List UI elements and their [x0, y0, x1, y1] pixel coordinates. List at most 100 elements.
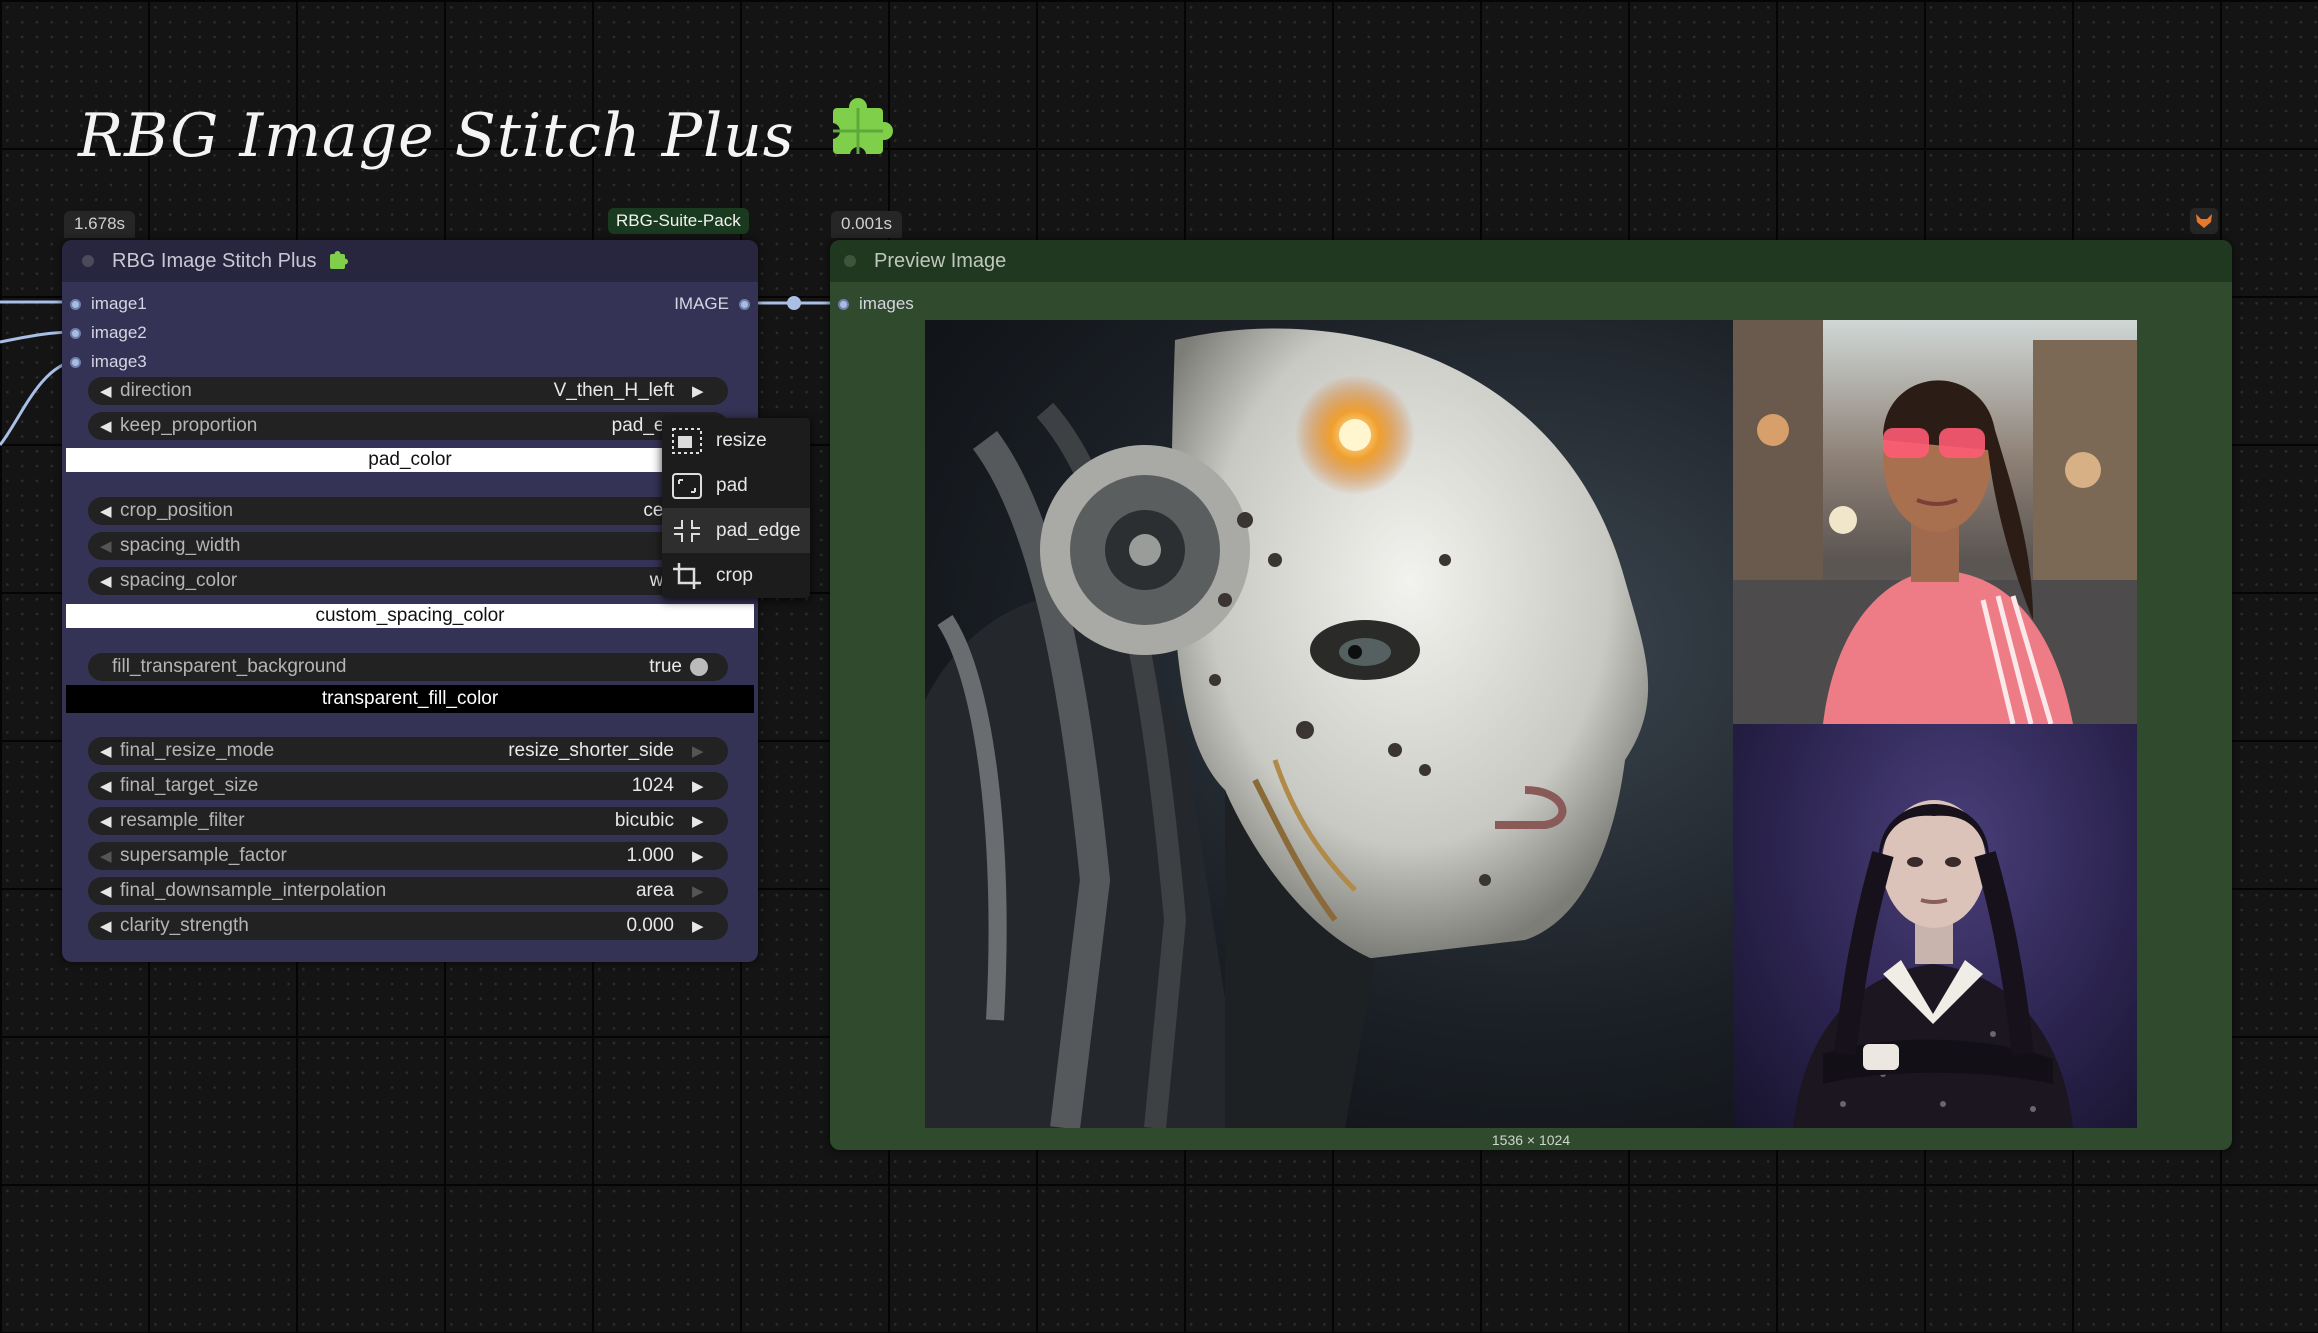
widget-label: keep_proportion [120, 415, 258, 436]
output-image[interactable]: IMAGE [674, 294, 750, 314]
input-image3[interactable]: image3 [70, 352, 147, 372]
final-downsample-interpolation-widget[interactable]: ◀ final_downsample_interpolation area ▶ [88, 877, 728, 905]
widget-label: resample_filter [120, 810, 245, 831]
increment-arrow-icon[interactable]: ▶ [692, 917, 708, 935]
decrement-arrow-icon[interactable]: ◀ [100, 417, 116, 435]
stitch-node-header[interactable]: RBG Image Stitch Plus [62, 240, 758, 282]
preview-node[interactable]: Preview Image images 1536 × 1024 [830, 240, 2232, 1150]
output-pin[interactable] [739, 298, 750, 310]
transparent-fill-color-bar[interactable]: transparent_fill_color [66, 685, 754, 713]
spacing-width-widget[interactable]: ◀ spacing_width ▶ [88, 532, 728, 560]
increment-arrow-icon[interactable]: ▶ [692, 777, 708, 795]
menu-item-label: crop [716, 564, 753, 586]
fox-icon [2190, 208, 2218, 234]
widget-label: final_target_size [120, 775, 259, 796]
page-title: RBG Image Stitch Plus [78, 98, 895, 171]
stitch-timing-badge: 1.678s [64, 211, 136, 238]
supersample-factor-widget[interactable]: ◀ supersample_factor 1.000 ▶ [88, 842, 728, 870]
decrement-arrow-icon[interactable]: ◀ [100, 882, 116, 900]
decrement-arrow-icon[interactable]: ◀ [100, 742, 116, 760]
increment-arrow-icon[interactable]: ▶ [692, 847, 708, 865]
increment-arrow-icon[interactable]: ▶ [692, 742, 708, 760]
preview-image[interactable] [925, 320, 2137, 1128]
input-label: image1 [91, 294, 147, 313]
preview-node-title: Preview Image [874, 249, 1007, 272]
input-pin[interactable] [70, 298, 81, 310]
clarity-strength-widget[interactable]: ◀ clarity_strength 0.000 ▶ [88, 912, 728, 940]
stitch-node-title: RBG Image Stitch Plus [112, 249, 317, 272]
increment-arrow-icon[interactable]: ▶ [692, 882, 708, 900]
input-images[interactable]: images [838, 294, 914, 314]
widget-label: final_resize_mode [120, 740, 275, 761]
final-resize-mode-widget[interactable]: ◀ final_resize_mode resize_shorter_side … [88, 737, 728, 765]
widget-value: 1.000 [626, 845, 674, 866]
crop-position-widget[interactable]: ◀ crop_position cen ▶ [88, 497, 728, 525]
input-label: image2 [91, 323, 147, 342]
widget-value: 1024 [631, 775, 674, 796]
decrement-arrow-icon[interactable]: ◀ [100, 382, 116, 400]
puzzle-icon [823, 98, 893, 163]
input-pin[interactable] [70, 356, 81, 368]
menu-item-label: resize [716, 429, 767, 451]
widget-label: fill_transparent_background [112, 656, 347, 677]
keep-proportion-widget[interactable]: ◀ keep_proportion pad_ec ▶ [88, 412, 728, 440]
decrement-arrow-icon[interactable]: ◀ [100, 572, 116, 590]
keep-proportion-dropdown[interactable]: resize pad pad_edge crop [662, 418, 810, 598]
input-label: images [859, 294, 914, 313]
input-pin[interactable] [838, 298, 849, 310]
widget-label: supersample_factor [120, 845, 287, 866]
decrement-arrow-icon[interactable]: ◀ [100, 847, 116, 865]
widget-label: crop_position [120, 500, 234, 521]
decrement-arrow-icon[interactable]: ◀ [100, 812, 116, 830]
menu-item-crop[interactable]: crop [662, 553, 810, 598]
collapse-dot[interactable] [844, 255, 856, 267]
crop-icon [673, 562, 701, 589]
pack-badge: RBG-Suite-Pack [608, 208, 749, 234]
fill-transparent-background-toggle[interactable]: fill_transparent_background true [88, 653, 728, 681]
preview-timing-badge: 0.001s [831, 211, 903, 238]
increment-arrow-icon[interactable]: ▶ [692, 812, 708, 830]
image-size-label: 1536 × 1024 [1491, 1132, 1571, 1148]
menu-item-pad[interactable]: pad [662, 463, 810, 508]
stitch-node[interactable]: RBG Image Stitch Plus image1 image2 imag… [62, 240, 758, 962]
output-label: IMAGE [674, 294, 729, 313]
menu-item-resize[interactable]: resize [662, 418, 810, 463]
menu-item-label: pad_edge [716, 519, 801, 541]
input-image1[interactable]: image1 [70, 294, 147, 314]
widget-label: spacing_width [120, 535, 241, 556]
widget-value: bicubic [614, 810, 674, 831]
widget-value: area [635, 880, 674, 901]
spacing-color-widget[interactable]: ◀ spacing_color wh ▶ [88, 567, 728, 595]
custom-spacing-color-bar[interactable]: custom_spacing_color [66, 604, 754, 628]
toggle-knob-icon[interactable] [690, 658, 708, 676]
menu-item-label: pad [716, 474, 748, 496]
direction-widget[interactable]: ◀ direction V_then_H_left ▶ [88, 377, 728, 405]
widget-value: 0.000 [626, 915, 674, 936]
menu-item-pad-edge[interactable]: pad_edge [662, 508, 810, 553]
woman-pink-image [1733, 320, 2137, 724]
resample-filter-widget[interactable]: ◀ resample_filter bicubic ▶ [88, 807, 728, 835]
preview-node-header[interactable]: Preview Image [830, 240, 2232, 282]
pad-edge-icon [674, 519, 700, 542]
decrement-arrow-icon[interactable]: ◀ [100, 502, 116, 520]
widget-label: direction [120, 380, 192, 401]
girl-dark-dress-image [1733, 724, 2137, 1128]
puzzle-icon [329, 251, 348, 269]
decrement-arrow-icon[interactable]: ◀ [100, 777, 116, 795]
input-image2[interactable]: image2 [70, 323, 147, 343]
widget-label: spacing_color [120, 570, 238, 591]
widget-value: true [649, 656, 682, 677]
widget-label: clarity_strength [120, 915, 249, 936]
input-label: image3 [91, 352, 147, 371]
collapse-dot[interactable] [82, 255, 94, 267]
final-target-size-widget[interactable]: ◀ final_target_size 1024 ▶ [88, 772, 728, 800]
decrement-arrow-icon[interactable]: ◀ [100, 537, 116, 555]
input-pin[interactable] [70, 327, 81, 339]
decrement-arrow-icon[interactable]: ◀ [100, 917, 116, 935]
increment-arrow-icon[interactable]: ▶ [692, 382, 708, 400]
pad-color-bar[interactable]: pad_color [66, 448, 754, 472]
resize-icon [672, 427, 702, 454]
robot-image [925, 320, 1733, 1128]
page-title-text: RBG Image Stitch Plus [78, 101, 795, 171]
pad-icon [672, 472, 702, 499]
